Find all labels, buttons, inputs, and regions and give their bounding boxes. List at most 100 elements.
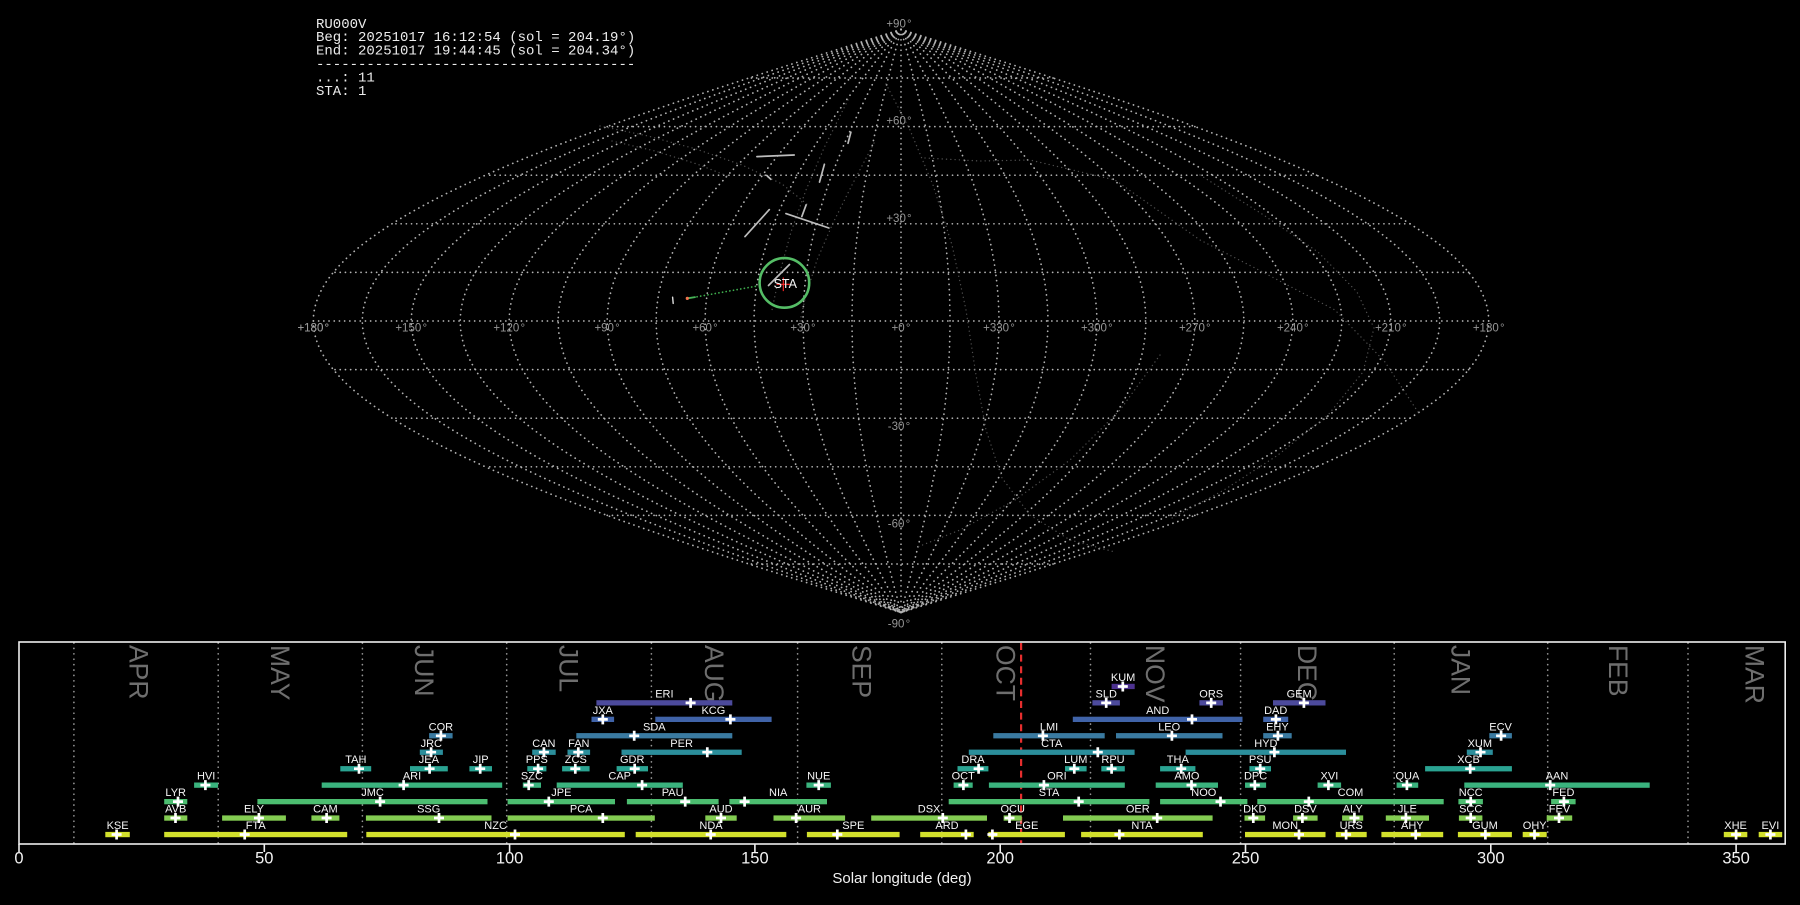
svg-text:ELY: ELY — [244, 804, 265, 816]
svg-text:350: 350 — [1722, 850, 1750, 868]
svg-text:JXA: JXA — [593, 705, 614, 717]
svg-text:AMO: AMO — [1174, 771, 1200, 783]
svg-text:MAR: MAR — [1740, 645, 1770, 704]
svg-text:FAN: FAN — [568, 738, 589, 750]
svg-text:EHY: EHY — [1266, 721, 1289, 733]
svg-text:XCB: XCB — [1457, 754, 1480, 766]
svg-text:+300°: +300° — [1081, 323, 1113, 335]
svg-text:JMC: JMC — [361, 787, 384, 799]
svg-text:+180°: +180° — [297, 323, 329, 335]
svg-text:ZCS: ZCS — [565, 754, 587, 766]
svg-text:ARD: ARD — [935, 820, 958, 832]
svg-text:+60°: +60° — [692, 323, 717, 335]
svg-text:JPE: JPE — [551, 787, 571, 799]
svg-text:NTA: NTA — [1131, 820, 1153, 832]
svg-text:CAP: CAP — [608, 771, 631, 783]
svg-text:OCU: OCU — [1000, 804, 1025, 816]
svg-text:PER: PER — [670, 738, 693, 750]
svg-text:0: 0 — [14, 850, 23, 868]
svg-text:JEA: JEA — [419, 754, 440, 766]
svg-text:AVB: AVB — [165, 804, 186, 816]
svg-text:MON: MON — [1272, 820, 1298, 832]
svg-text:THA: THA — [1167, 754, 1190, 766]
svg-text:EVI: EVI — [1762, 820, 1780, 832]
svg-text:RPU: RPU — [1101, 754, 1124, 766]
svg-text:OCT: OCT — [991, 645, 1021, 701]
svg-text:OER: OER — [1126, 804, 1150, 816]
svg-text:LUM: LUM — [1064, 754, 1087, 766]
svg-text:COR: COR — [429, 721, 454, 733]
svg-text:NIA: NIA — [769, 787, 788, 799]
svg-text:HYD: HYD — [1254, 738, 1277, 750]
svg-text:PSU: PSU — [1249, 754, 1272, 766]
svg-text:QUA: QUA — [1395, 771, 1420, 783]
svg-text:AUG: AUG — [699, 645, 729, 702]
svg-text:AUD: AUD — [709, 804, 732, 816]
svg-text:ARI: ARI — [403, 771, 421, 783]
svg-text:NZC: NZC — [484, 820, 507, 832]
svg-text:+210°: +210° — [1375, 323, 1407, 335]
svg-text:DKD: DKD — [1243, 804, 1266, 816]
svg-text:-90°: -90° — [888, 619, 910, 631]
svg-text:+330°: +330° — [983, 323, 1015, 335]
svg-text:+180°: +180° — [1473, 323, 1505, 335]
svg-text:TAH: TAH — [345, 754, 366, 766]
svg-text:LYR: LYR — [165, 787, 186, 799]
svg-text:+60°: +60° — [886, 116, 911, 128]
svg-text:URS: URS — [1340, 820, 1363, 832]
svg-text:-30°: -30° — [888, 421, 910, 433]
svg-text:KSE: KSE — [107, 820, 129, 832]
svg-text:+270°: +270° — [1179, 323, 1211, 335]
svg-text:KUM: KUM — [1111, 672, 1135, 684]
svg-text:ECV: ECV — [1489, 721, 1512, 733]
svg-text:NOV: NOV — [1140, 645, 1170, 703]
svg-text:150: 150 — [741, 850, 769, 868]
svg-text:OCT: OCT — [952, 771, 976, 783]
svg-text:GEM: GEM — [1287, 688, 1312, 700]
svg-text:+240°: +240° — [1277, 323, 1309, 335]
svg-text:AAN: AAN — [1546, 771, 1569, 783]
svg-text:+0°: +0° — [892, 323, 911, 335]
svg-text:+30°: +30° — [886, 213, 911, 225]
svg-text:-60°: -60° — [888, 518, 910, 530]
svg-text:FTA: FTA — [246, 820, 267, 832]
svg-text:JUL: JUL — [554, 645, 584, 692]
svg-text:JIP: JIP — [473, 754, 489, 766]
svg-text:250: 250 — [1232, 850, 1260, 868]
svg-text:ERI: ERI — [655, 688, 673, 700]
svg-text:XHE: XHE — [1724, 820, 1747, 832]
svg-text:ORI: ORI — [1047, 771, 1067, 783]
svg-text:SCC: SCC — [1459, 804, 1482, 816]
svg-text:CAM: CAM — [313, 804, 337, 816]
svg-text:DPC: DPC — [1244, 771, 1267, 783]
svg-text:PCA: PCA — [570, 804, 593, 816]
svg-text:EGE: EGE — [1015, 820, 1038, 832]
svg-text:LMI: LMI — [1040, 721, 1058, 733]
svg-text:JRC: JRC — [421, 738, 442, 750]
svg-text:HVI: HVI — [197, 771, 215, 783]
svg-text:DAD: DAD — [1264, 705, 1287, 717]
svg-text:DRA: DRA — [961, 754, 985, 766]
svg-text:FEB: FEB — [1603, 645, 1633, 697]
svg-text:KCG: KCG — [701, 705, 725, 717]
svg-text:AND: AND — [1146, 705, 1169, 717]
svg-text:DSX: DSX — [918, 804, 941, 816]
svg-text:JUN: JUN — [409, 645, 439, 697]
svg-text:SZC: SZC — [521, 771, 543, 783]
svg-text:NDA: NDA — [699, 820, 723, 832]
svg-text:SPE: SPE — [842, 820, 864, 832]
svg-text:AUR: AUR — [798, 804, 821, 816]
svg-text:+120°: +120° — [493, 323, 525, 335]
svg-text:ORS: ORS — [1199, 688, 1223, 700]
svg-text:200: 200 — [986, 850, 1014, 868]
svg-text:OHY: OHY — [1523, 820, 1548, 832]
svg-text:SSG: SSG — [417, 804, 440, 816]
svg-text:APR: APR — [124, 645, 154, 700]
svg-text:STA: 1: STA: 1 — [316, 84, 366, 100]
svg-text:Solar longitude (deg): Solar longitude (deg) — [832, 870, 971, 887]
svg-text:+30°: +30° — [790, 323, 815, 335]
svg-text:XUM: XUM — [1468, 738, 1492, 750]
svg-text:MAY: MAY — [265, 645, 295, 701]
svg-text:CTA: CTA — [1041, 738, 1063, 750]
svg-text:SDA: SDA — [643, 721, 666, 733]
